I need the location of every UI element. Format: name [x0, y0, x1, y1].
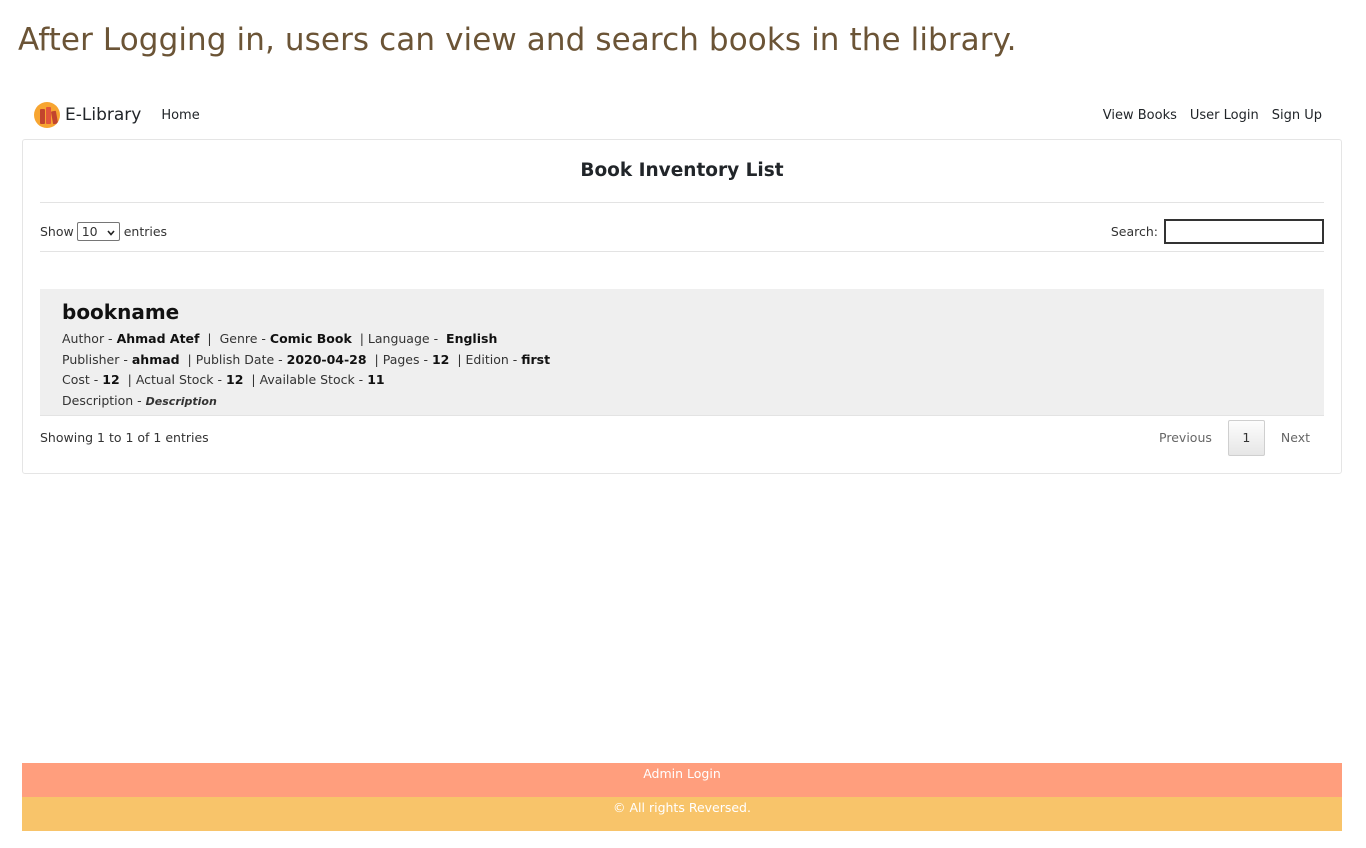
search-wrap: Search:: [1110, 218, 1324, 244]
book-line-2: Publisher - ahmad | Publish Date - 2020-…: [62, 351, 551, 367]
navbar: E-Library Home View Books User Login Sig…: [22, 96, 1342, 134]
book-actual-stock: 12: [226, 372, 244, 387]
table-controls: Show 10 entries Search:: [40, 218, 1324, 244]
chevron-down-icon: [107, 224, 115, 239]
book-name: bookname: [62, 300, 180, 324]
entries-select-value: 10: [81, 223, 98, 239]
book-language: English: [446, 331, 498, 346]
admin-login-link[interactable]: Admin Login: [643, 766, 721, 781]
show-label: Show: [40, 223, 74, 239]
table-info: Showing 1 to 1 of 1 entries: [40, 430, 209, 445]
book-line-3: Cost - 12 | Actual Stock - 12 | Availabl…: [62, 372, 385, 387]
brand-link[interactable]: E-Library: [34, 102, 141, 128]
pagination-next[interactable]: Next: [1265, 430, 1324, 445]
book-line-4: Description - Description: [62, 392, 217, 408]
search-label: Search:: [1110, 223, 1158, 239]
book-inventory-card: Book Inventory List Show 10 entries Sear…: [22, 139, 1342, 474]
book-description: Description: [145, 394, 217, 408]
nav-right-links: View Books User Login Sign Up: [1103, 108, 1322, 123]
nav-view-books-link[interactable]: View Books: [1103, 108, 1177, 123]
book-pages: 12: [431, 351, 450, 367]
footer-copyright: © All rights Reversed.: [22, 797, 1342, 831]
pagination: Previous 1 Next: [1143, 419, 1324, 456]
entries-label: entries: [123, 223, 168, 239]
nav-home-link[interactable]: Home: [161, 108, 199, 123]
book-publisher: ahmad: [131, 351, 180, 367]
book-cost: 12: [102, 372, 120, 387]
book-line-1: Author - Ahmad Atef | Genre - Comic Book…: [62, 331, 498, 346]
pagination-previous[interactable]: Previous: [1143, 430, 1228, 445]
card-title: Book Inventory List: [40, 140, 1324, 203]
table-header: [40, 251, 1324, 290]
nav-sign-up-link[interactable]: Sign Up: [1272, 108, 1322, 123]
search-input[interactable]: [1164, 218, 1324, 244]
book-available-stock: 11: [367, 372, 385, 387]
book-genre: Comic Book: [269, 331, 352, 346]
footer-admin-bar: Admin Login: [22, 763, 1342, 797]
table-footer: Showing 1 to 1 of 1 entries Previous 1 N…: [40, 419, 1324, 456]
book-author: Ahmad Atef: [116, 331, 200, 346]
brand-name: E-Library: [65, 105, 142, 125]
book-publish-date: 2020-04-28: [286, 351, 367, 367]
page-caption: After Logging in, users can view and sea…: [18, 22, 1017, 58]
table-row: bookname Author - Ahmad Atef | Genre - C…: [40, 289, 1324, 416]
entries-select[interactable]: 10: [76, 221, 120, 241]
books-logo-icon: [34, 102, 60, 128]
pagination-page-1[interactable]: 1: [1227, 419, 1265, 456]
book-edition: first: [521, 351, 551, 367]
nav-user-login-link[interactable]: User Login: [1190, 108, 1259, 123]
